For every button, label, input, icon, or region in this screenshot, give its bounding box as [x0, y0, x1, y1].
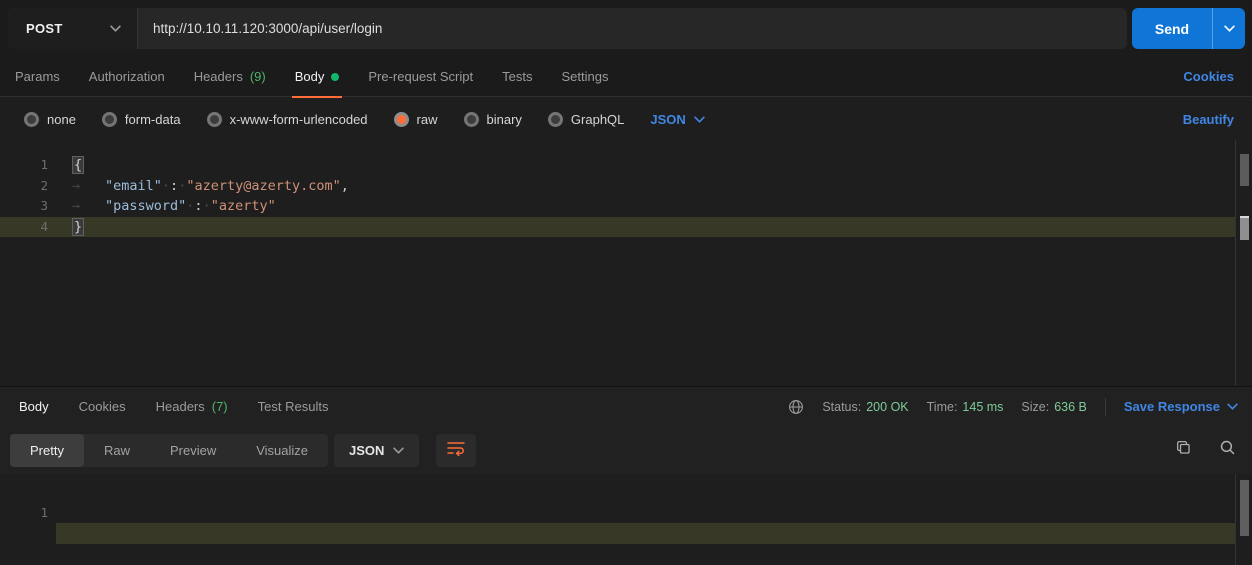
editor-line-4-current: 4 } [0, 217, 1236, 238]
response-meta: Status: 200 OK Time: 145 ms Size: 636 B … [788, 398, 1238, 416]
radio-graphql[interactable]: GraphQL [548, 112, 624, 127]
response-line-1: 1 eyJhbGciOiJIUzI1NiIsInR5cCI6IkpXVCJ9. [0, 481, 1236, 502]
copy-response-button[interactable] [1175, 439, 1192, 461]
response-tab-headers[interactable]: Headers (7) [153, 387, 231, 427]
url-input[interactable] [138, 8, 1127, 49]
editor-cursor-marker [1240, 216, 1249, 240]
wrap-text-icon [447, 440, 465, 461]
save-response-button[interactable]: Save Response [1124, 399, 1238, 414]
tab-settings[interactable]: Settings [558, 57, 611, 97]
tab-whitespace: → [72, 176, 105, 197]
divider [1105, 398, 1106, 416]
editor-overview-ruler [1235, 140, 1236, 386]
response-headers-count-badge: (7) [212, 399, 228, 414]
globe-icon[interactable] [788, 399, 804, 415]
view-raw-button[interactable]: Raw [84, 434, 150, 467]
request-body-editor[interactable]: 1 { 2 →"email"·:·"azerty@azerty.com", 3 … [0, 140, 1252, 386]
response-body-viewer[interactable]: 1 eyJhbGciOiJIUzI1NiIsInR5cCI6IkpXVCJ9. … [0, 474, 1252, 565]
copy-icon [1175, 439, 1192, 461]
tab-tests[interactable]: Tests [499, 57, 535, 97]
status-badge: Status: 200 OK [822, 400, 908, 414]
tab-params[interactable]: Params [12, 57, 63, 97]
tab-headers[interactable]: Headers (9) [191, 57, 269, 97]
editor-line-3: 3 →"password"·:·"azerty" [0, 196, 1236, 217]
editor-line-2: 2 →"email"·:·"azerty@azerty.com", [0, 176, 1236, 197]
current-line-highlight [56, 523, 1236, 544]
radio-form-data[interactable]: form-data [102, 112, 181, 127]
editor-line-1: 1 { [0, 155, 1236, 176]
response-toolbar: Pretty Raw Preview Visualize JSON [0, 426, 1252, 474]
time-badge: Time: 145 ms [927, 400, 1004, 414]
radio-icon [24, 112, 39, 127]
radio-icon [207, 112, 222, 127]
send-button-group: Send [1132, 8, 1245, 49]
body-modified-dot-icon [331, 73, 339, 81]
request-tabs: Params Authorization Headers (9) Body Pr… [0, 57, 1252, 97]
radio-icon [464, 112, 479, 127]
beautify-link[interactable]: Beautify [1183, 112, 1234, 127]
open-brace: { [72, 156, 84, 174]
size-badge: Size: 636 B [1021, 400, 1086, 414]
response-view-switcher: Pretty Raw Preview Visualize [10, 434, 328, 467]
response-line-1-wrap-1: eyJfaWQiOiI2MjBlY2Y2Y2FiMjEyYzA0NjE1Yjdm… [0, 502, 1236, 523]
response-tab-test-results[interactable]: Test Results [255, 387, 332, 427]
cookies-link[interactable]: Cookies [1183, 69, 1234, 84]
view-preview-button[interactable]: Preview [150, 434, 236, 467]
view-visualize-button[interactable]: Visualize [236, 434, 328, 467]
request-language-dropdown[interactable]: JSON [650, 112, 704, 127]
radio-none[interactable]: none [24, 112, 76, 127]
view-pretty-button[interactable]: Pretty [10, 434, 84, 467]
response-tab-cookies[interactable]: Cookies [76, 387, 129, 427]
chevron-down-icon [110, 25, 121, 32]
search-icon [1219, 439, 1236, 461]
tab-pre-request-script[interactable]: Pre-request Script [365, 57, 476, 97]
close-brace: } [72, 218, 84, 236]
request-url-bar: POST Send [0, 0, 1252, 57]
response-tab-body[interactable]: Body [16, 387, 52, 427]
tab-whitespace: → [72, 196, 105, 217]
tab-body[interactable]: Body [292, 57, 343, 97]
method-selector[interactable]: POST [8, 8, 138, 49]
send-button[interactable]: Send [1132, 8, 1212, 49]
tab-authorization[interactable]: Authorization [86, 57, 168, 97]
postman-window: POST Send Params Authorization Headers [0, 0, 1252, 565]
wrap-lines-button[interactable] [436, 434, 476, 467]
response-tabs: Body Cookies Headers (7) Test Results St… [0, 386, 1252, 426]
radio-selected-icon [394, 112, 409, 127]
radio-icon [548, 112, 563, 127]
editor-scrollbar-thumb[interactable] [1240, 154, 1249, 186]
response-language-dropdown[interactable]: JSON [334, 434, 419, 467]
send-options-button[interactable] [1212, 8, 1245, 49]
radio-icon [102, 112, 117, 127]
chevron-down-icon [1227, 403, 1238, 410]
headers-count-badge: (9) [250, 69, 266, 84]
radio-raw[interactable]: raw [394, 112, 438, 127]
radio-binary[interactable]: binary [464, 112, 522, 127]
chevron-down-icon [694, 116, 705, 123]
method-url-group: POST [8, 8, 1127, 49]
chevron-down-icon [1224, 25, 1235, 32]
body-type-bar: none form-data x-www-form-urlencoded raw… [0, 98, 1252, 140]
response-overview-ruler [1235, 474, 1236, 565]
method-label: POST [26, 21, 63, 36]
search-response-button[interactable] [1219, 439, 1236, 461]
chevron-down-icon [393, 447, 404, 454]
response-line-1-wrap-2: oiM2eElnf05YPc9BSq9PiP8S8KCJh7lvhjo1x-sa… [0, 523, 1236, 544]
response-scrollbar-thumb[interactable] [1240, 480, 1249, 536]
radio-x-www-form-urlencoded[interactable]: x-www-form-urlencoded [207, 112, 368, 127]
